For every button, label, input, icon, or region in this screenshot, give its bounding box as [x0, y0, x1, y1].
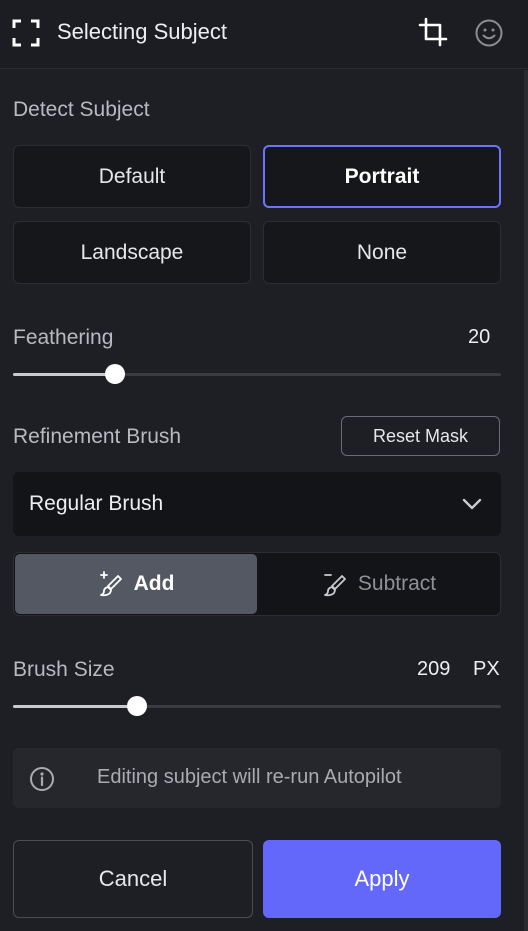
chevron-down-icon: [462, 498, 482, 510]
refinement-brush-label: Refinement Brush: [13, 425, 182, 448]
panel-header: Selecting Subject: [0, 0, 528, 69]
brush-size-unit: PX: [473, 658, 500, 680]
info-text: Editing subject will re-run Autopilot: [97, 766, 402, 788]
info-banner: Editing subject will re-run Autopilot: [13, 748, 501, 808]
cancel-button[interactable]: Cancel: [13, 840, 253, 918]
brush-size-slider-thumb[interactable]: [127, 696, 148, 716]
brush-mode-toggle: Add Subtract: [13, 552, 501, 616]
info-icon: [30, 767, 54, 791]
feathering-value: 20: [468, 326, 491, 348]
brush-size-value: 209: [417, 658, 451, 680]
feathering-label: Feathering: [13, 326, 114, 349]
select-subject-icon[interactable]: [12, 19, 40, 47]
detect-landscape-button[interactable]: Landscape: [13, 221, 251, 284]
detect-portrait-button[interactable]: Portrait: [263, 145, 501, 208]
brush-add-icon: [99, 571, 122, 597]
reset-mask-button[interactable]: Reset Mask: [341, 416, 500, 456]
smiley-face-icon[interactable]: [474, 18, 504, 48]
feathering-slider-fill: [13, 373, 116, 376]
subtract-mode-label: Subtract: [357, 572, 437, 595]
brush-type-value: Regular Brush: [29, 492, 164, 515]
detect-default-button[interactable]: Default: [13, 145, 251, 208]
panel-scroll-edge: [524, 70, 528, 931]
add-mode-label: Add: [133, 572, 175, 595]
feathering-slider[interactable]: [13, 364, 501, 384]
detect-none-button[interactable]: None: [263, 221, 501, 284]
add-mode-button[interactable]: Add: [15, 554, 257, 614]
crop-icon[interactable]: [418, 17, 448, 47]
apply-button[interactable]: Apply: [263, 840, 501, 918]
brush-type-dropdown[interactable]: Regular Brush: [13, 472, 501, 536]
panel-title: Selecting Subject: [57, 19, 227, 44]
brush-size-slider[interactable]: [13, 696, 501, 716]
detect-subject-label: Detect Subject: [13, 98, 150, 121]
brush-size-label: Brush Size: [13, 658, 115, 681]
feathering-slider-thumb[interactable]: [105, 364, 126, 384]
brush-size-slider-fill: [13, 705, 138, 708]
subtract-mode-button[interactable]: Subtract: [258, 554, 500, 614]
brush-subtract-icon: [323, 574, 346, 597]
